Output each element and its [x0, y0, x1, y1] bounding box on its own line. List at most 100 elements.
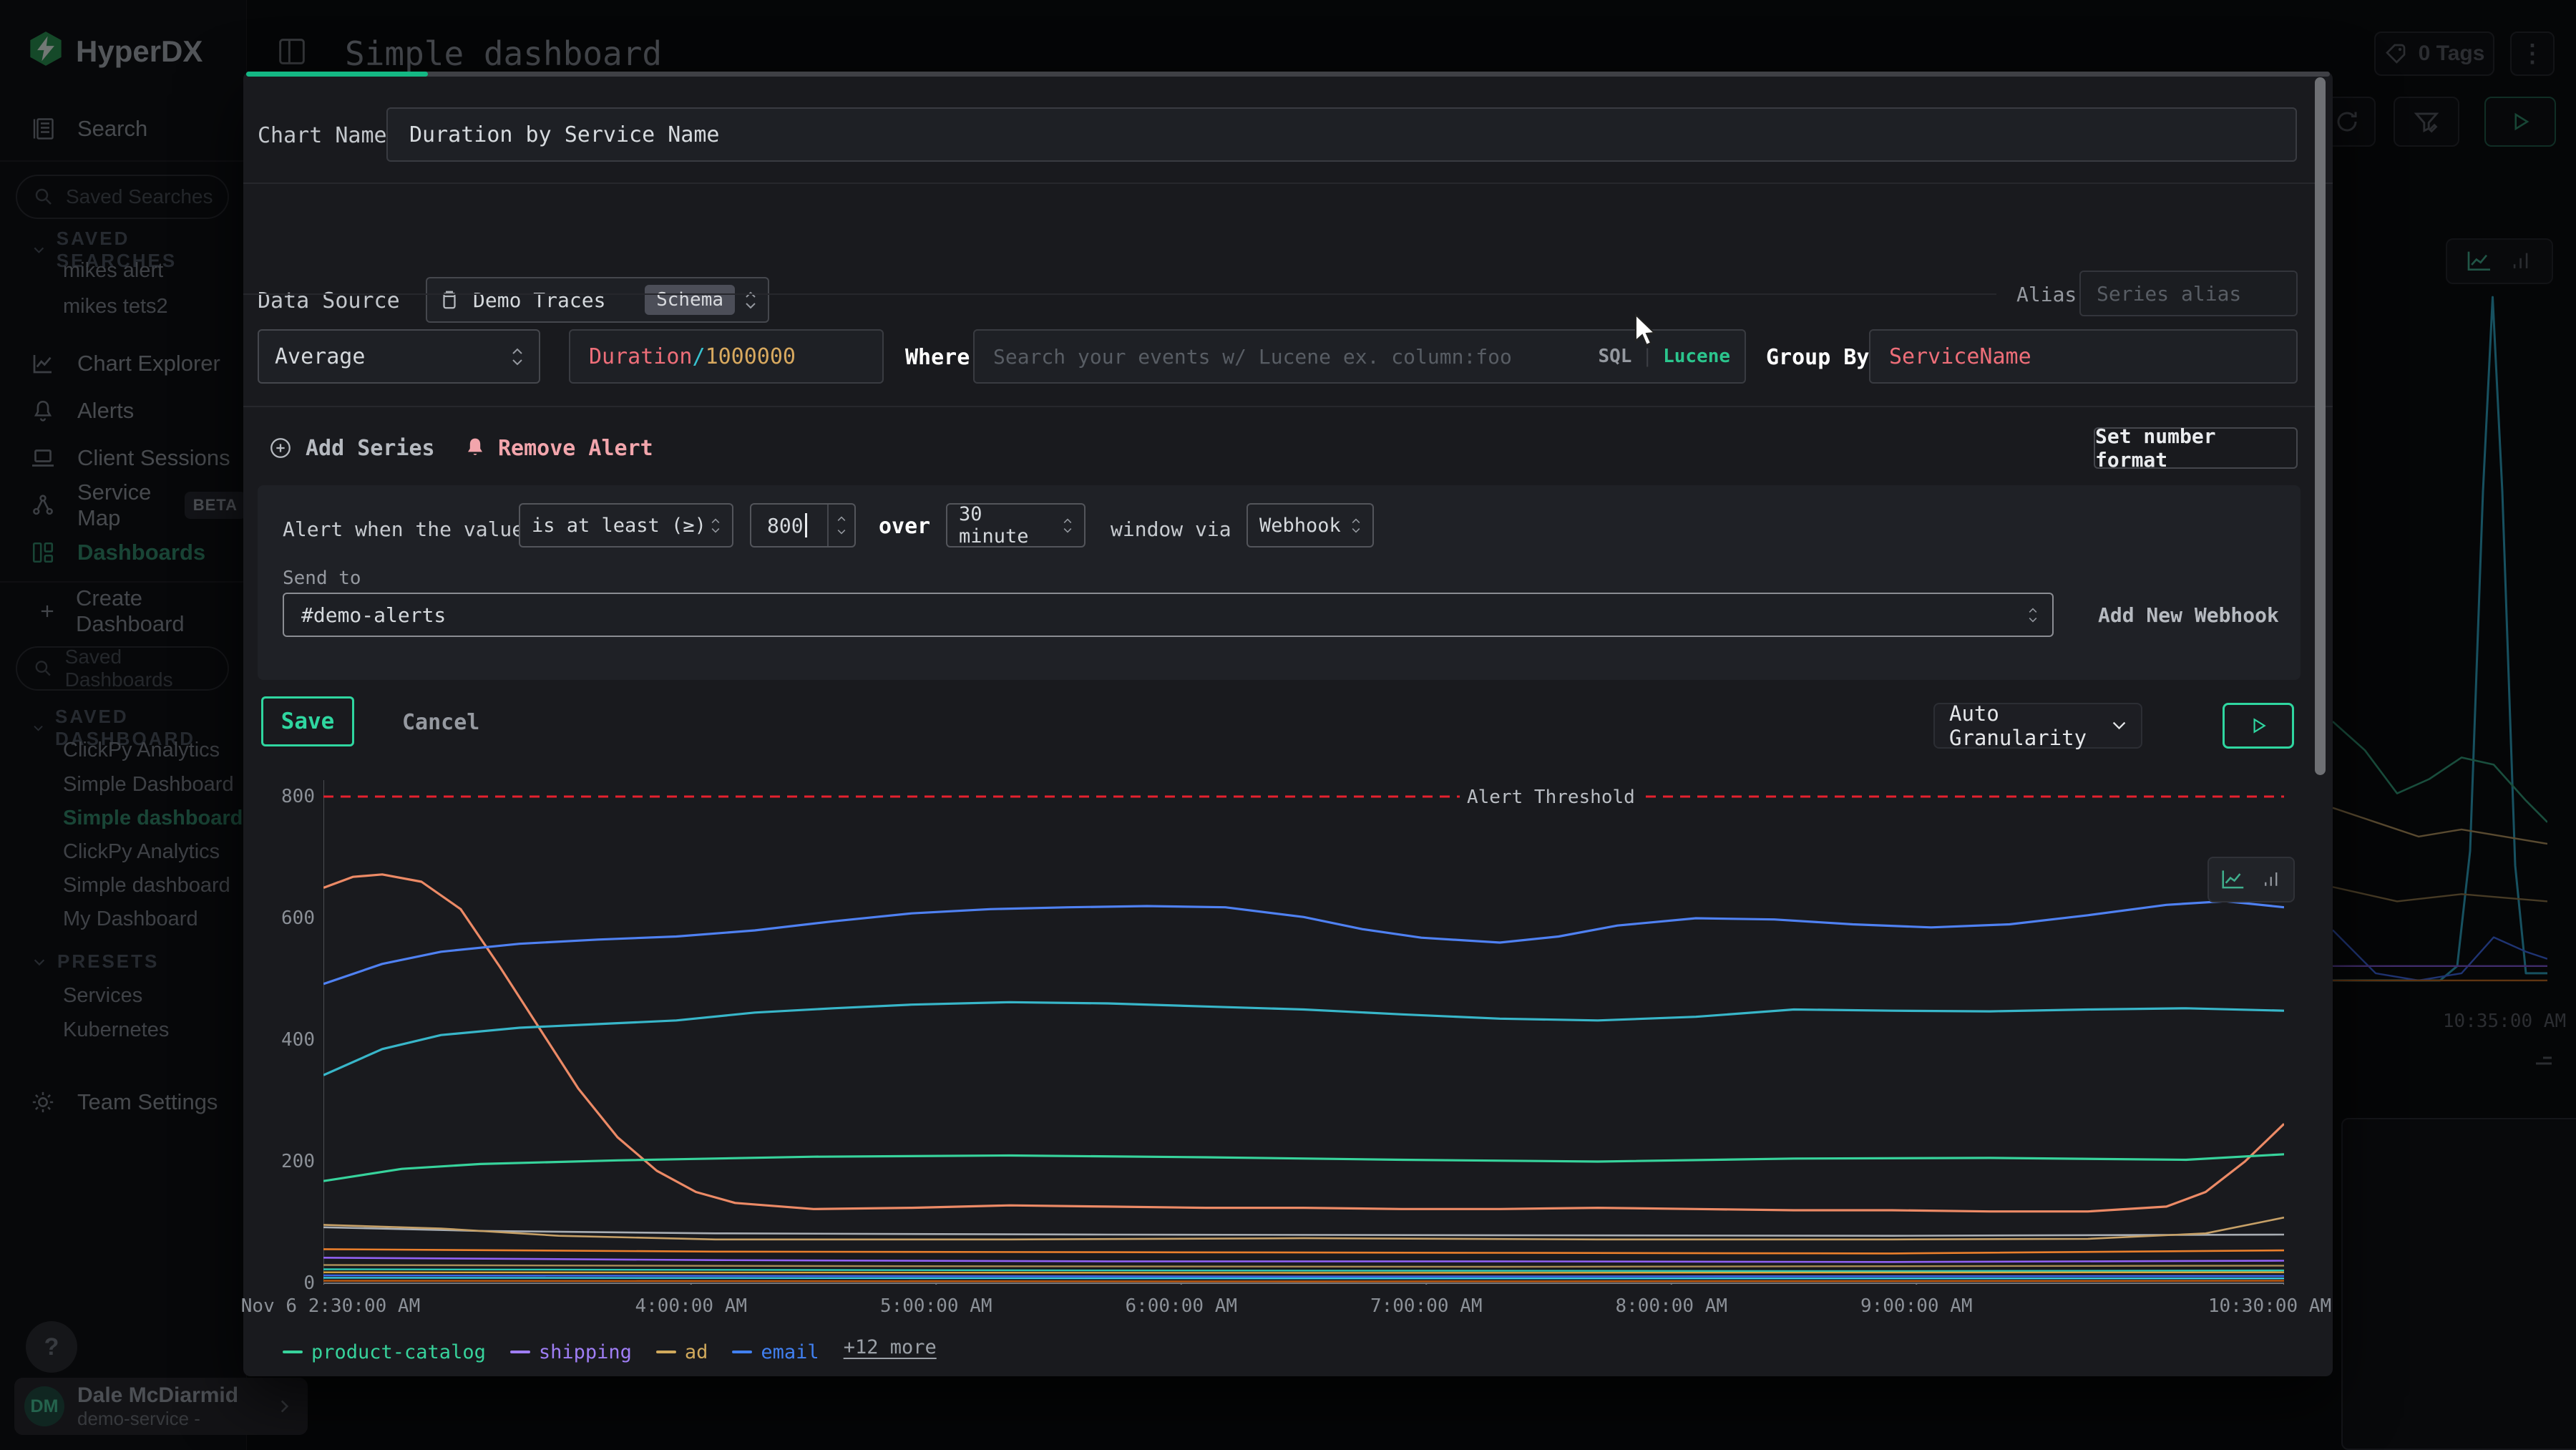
field-operator-token: /	[693, 344, 706, 369]
plus-circle-icon	[268, 436, 293, 460]
chart-series-purple	[323, 1257, 2284, 1262]
alert-window-select[interactable]: 30 minute	[946, 503, 1085, 548]
legend-item[interactable]: email	[732, 1341, 819, 1363]
tab-track	[246, 72, 2330, 77]
alert-threshold-input[interactable]: 800	[750, 503, 856, 548]
field-number-token: 1000000	[706, 344, 796, 369]
aggregation-select[interactable]: Average	[258, 329, 540, 384]
add-series-button[interactable]: Add Series	[268, 428, 435, 468]
legend-dash	[656, 1351, 676, 1353]
spinner-down-icon	[836, 529, 847, 535]
field-column-token: Duration	[589, 344, 693, 369]
where-search-input[interactable]: Search your events w/ Lucene ex. column:…	[973, 329, 1746, 384]
chart-panel: 800 600 400 200 0 Alert Threshold Nov 6 2:30…	[243, 777, 2333, 1376]
legend-label: ad	[685, 1341, 708, 1363]
x-axis-tick-label: 6:00:00 AM	[1125, 1295, 1237, 1317]
select-chevrons-icon	[1351, 518, 1361, 533]
group-by-label: Group By	[1766, 345, 1870, 370]
send-to-label: Send to	[283, 568, 361, 589]
database-icon	[439, 289, 460, 311]
bar-chart-icon	[2261, 869, 2283, 890]
y-axis-tick-label: 0	[303, 1273, 315, 1294]
x-axis-tick-label: 8:00:00 AM	[1615, 1295, 1727, 1317]
text-caret	[805, 513, 807, 537]
x-axis-tick-label: 5:00:00 AM	[880, 1295, 992, 1317]
legend-label: product-catalog	[311, 1341, 486, 1363]
x-axis-tick-label: Nov 6 2:30:00 AM	[241, 1295, 420, 1317]
add-new-webhook-button[interactable]: Add New Webhook	[2098, 603, 2279, 627]
legend-label: shipping	[539, 1341, 632, 1363]
chart-series-green	[323, 1154, 2284, 1181]
chart-series-blue	[323, 901, 2284, 984]
bell-icon	[464, 437, 487, 459]
tab-active-indicator	[246, 72, 428, 77]
group-by-input[interactable]: ServiceName	[1869, 329, 2298, 384]
line-chart-icon	[2220, 868, 2247, 891]
chart-series-tan2	[323, 1265, 2284, 1267]
chart-name-label: Chart Name	[258, 123, 387, 148]
legend-dash	[283, 1351, 303, 1353]
mouse-cursor	[1633, 313, 1662, 351]
chart-series-gray	[323, 1227, 2284, 1236]
chart-series-teal2	[323, 1270, 2284, 1272]
y-axis-labels: 8006004002000	[243, 780, 315, 1285]
webhook-select[interactable]: #demo-alerts	[283, 593, 2054, 637]
legend-label: email	[761, 1341, 819, 1363]
chart-legend: product-catalog shipping ad email +12 more	[283, 1336, 2286, 1363]
select-chevrons-icon	[1063, 518, 1073, 533]
legend-dash	[732, 1351, 752, 1353]
y-axis-tick-label: 200	[281, 1151, 315, 1172]
alias-label: Alias	[2016, 283, 2077, 306]
alert-prefix-label: Alert when the value	[283, 517, 524, 541]
chart-series-orange2	[323, 1281, 2284, 1282]
x-axis-tick-label: 9:00:00 AM	[1860, 1295, 1973, 1317]
over-label: over	[879, 514, 930, 539]
play-icon	[2249, 716, 2268, 735]
chevron-down-icon	[2112, 720, 2127, 731]
alert-threshold-label: Alert Threshold	[1460, 787, 1642, 808]
y-axis-tick-label: 600	[281, 908, 315, 929]
x-axis-tick-label: 10:30:00 AM	[2208, 1295, 2331, 1317]
select-chevrons-icon	[512, 348, 523, 366]
x-axis-tick-label: 7:00:00 AM	[1370, 1295, 1483, 1317]
alert-channel-select[interactable]: Webhook	[1246, 503, 1374, 548]
data-source-select[interactable]: Demo Traces Schema	[426, 277, 769, 323]
chart-series-orange	[323, 1249, 2284, 1253]
chart-series-cyan	[323, 1002, 2284, 1075]
lucene-mode-toggle[interactable]: Lucene	[1663, 346, 1730, 367]
chart-type-toggle[interactable]	[2207, 857, 2295, 902]
legend-item[interactable]: ad	[656, 1341, 708, 1363]
run-chart-button[interactable]	[2223, 703, 2294, 749]
spinner-up-icon	[836, 516, 847, 522]
alias-input[interactable]: Series alias	[2079, 271, 2298, 316]
set-number-format-button[interactable]: Set number format	[2094, 427, 2298, 469]
select-chevrons-icon	[711, 518, 721, 533]
main-chart-lines	[323, 780, 2284, 1285]
chart-series-blue2	[323, 1275, 2284, 1277]
edit-chart-modal: Chart Name Duration by Service Name Data…	[243, 72, 2333, 1376]
number-spinner[interactable]	[827, 505, 854, 546]
legend-item[interactable]: shipping	[510, 1341, 632, 1363]
x-axis-labels: Nov 6 2:30:00 AM4:00:00 AM5:00:00 AM6:00…	[323, 1295, 2284, 1324]
cancel-button[interactable]: Cancel	[402, 710, 479, 735]
schema-badge: Schema	[645, 285, 735, 315]
y-axis-tick-label: 800	[281, 786, 315, 807]
granularity-select[interactable]: Auto Granularity	[1933, 703, 2142, 749]
window-via-label: window via	[1111, 517, 1231, 541]
alert-config-panel: Alert when the value is at least (≥) 800…	[258, 485, 2301, 680]
sql-mode-toggle[interactable]: SQL	[1598, 346, 1631, 367]
alert-condition-select[interactable]: is at least (≥)	[519, 503, 733, 548]
legend-label: +12 more	[844, 1336, 937, 1358]
field-expression-input[interactable]: Duration/1000000	[569, 329, 884, 384]
data-source-label: Data Source	[258, 288, 400, 313]
chart-name-input[interactable]: Duration by Service Name	[386, 107, 2297, 162]
y-axis-tick-label: 400	[281, 1029, 315, 1051]
remove-alert-button[interactable]: Remove Alert	[464, 428, 653, 468]
select-chevrons-icon	[2028, 608, 2038, 623]
legend-item[interactable]: product-catalog	[283, 1341, 486, 1363]
x-axis-tick-label: 4:00:00 AM	[635, 1295, 747, 1317]
save-button[interactable]: Save	[261, 696, 354, 746]
legend-more-link[interactable]: +12 more	[844, 1336, 937, 1358]
where-label: Where	[905, 345, 970, 370]
modal-scrollbar[interactable]	[2315, 77, 2326, 775]
